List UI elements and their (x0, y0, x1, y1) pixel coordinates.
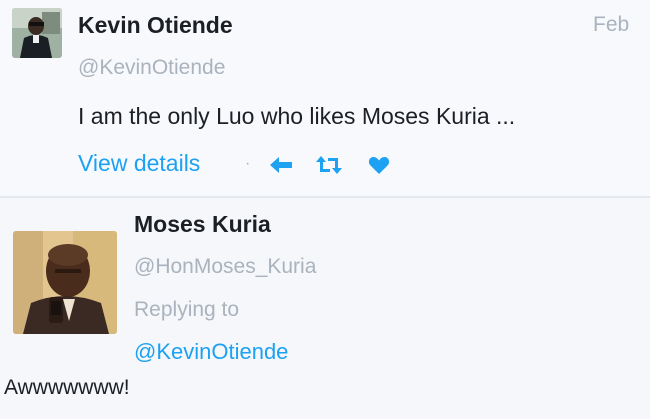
separator-dot: · (245, 155, 251, 172)
tweet-date[interactable]: Feb (593, 13, 629, 37)
like-icon[interactable] (368, 155, 390, 180)
avatar-kevin-otiende-image (12, 8, 62, 58)
author-name[interactable]: Moses Kuria (134, 211, 271, 238)
replying-to-handle-link[interactable]: @KevinOtiende (134, 339, 288, 365)
tweet-kevin-otiende[interactable]: Kevin Otiende Feb @KevinOtiende I am the… (0, 0, 650, 198)
avatar-moses-kuria-image (13, 231, 117, 334)
tweet-text: Awwwwwww! (4, 376, 130, 399)
author-handle[interactable]: @HonMoses_Kuria (134, 255, 316, 279)
replying-to-label: Replying to (134, 298, 240, 321)
author-handle[interactable]: @KevinOtiende (78, 56, 225, 80)
author-name[interactable]: Kevin Otiende (78, 12, 233, 39)
view-details-link[interactable]: View details (78, 150, 200, 177)
avatar[interactable] (13, 231, 117, 334)
avatar[interactable] (12, 8, 62, 58)
retweet-icon[interactable] (314, 155, 344, 180)
reply-icon[interactable] (268, 154, 294, 181)
tweet-text: I am the only Luo who likes Moses Kuria … (78, 103, 516, 129)
